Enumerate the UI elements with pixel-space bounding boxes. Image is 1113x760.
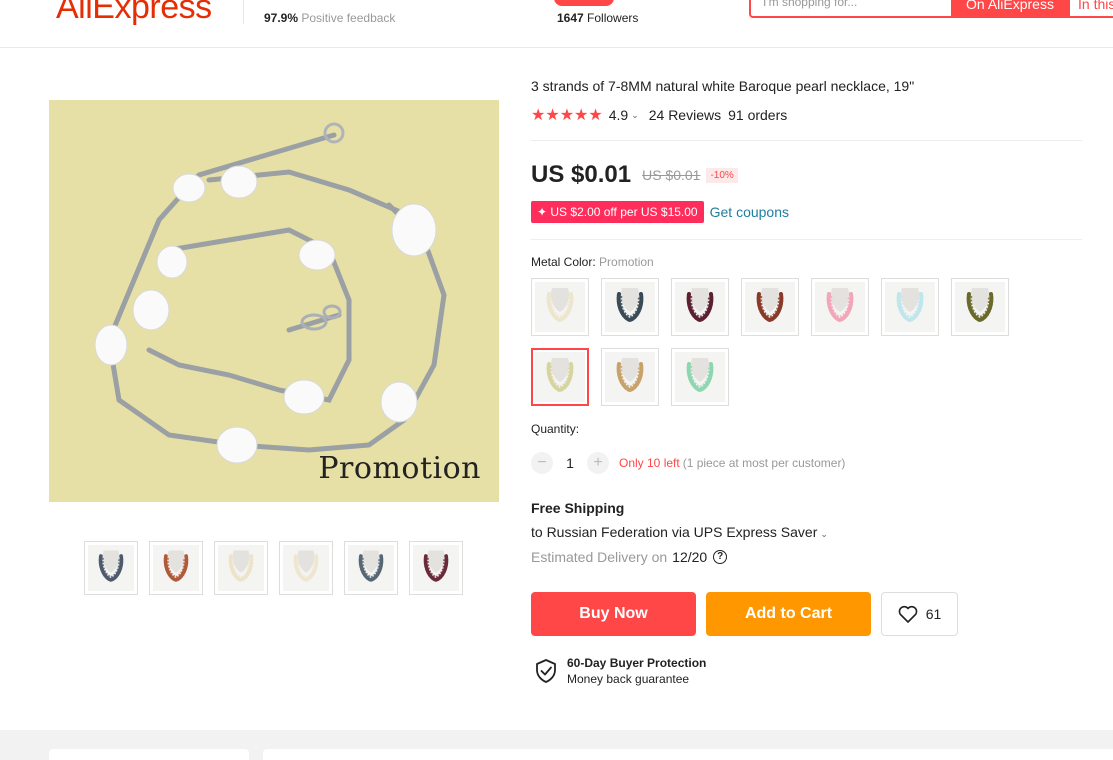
search-input[interactable]: I'm shopping for... [749,0,953,18]
swatch-image [535,352,585,402]
swatch-image [675,352,725,402]
gallery-thumbnail[interactable] [344,541,398,595]
wishlist-count: 61 [925,606,942,622]
metal-color-label-text: Metal Color: [531,255,600,269]
aliexpress-logo[interactable]: AliExpress [56,0,212,27]
swatch-image [605,352,655,402]
swatch-image [815,282,865,332]
necklace-thumbnail-image [348,545,394,591]
add-to-cart-button[interactable]: Add to Cart [706,592,871,636]
necklace-thumbnail-image [413,545,459,591]
promotion-caption: Promotion [318,451,481,486]
original-price: US $0.01 [642,167,701,183]
metal-color-swatch[interactable] [601,348,659,406]
reviews-link[interactable]: 24 Reviews [649,107,721,123]
search-aliexpress-button[interactable]: On AliExpress [952,0,1068,18]
buyer-protection-text: 60-Day Buyer Protection Money back guara… [567,655,706,687]
metal-color-swatch[interactable] [951,278,1009,336]
chevron-down-icon: ⌄ [820,529,828,539]
purchase-limit: (1 piece at most per customer) [682,456,846,470]
followers-count: 1647 [557,11,584,25]
shipping-destination[interactable]: to Russian Federation via UPS Express Sa… [531,524,828,540]
coupon-badge[interactable]: ✦ US $2.00 off per US $15.00 [531,201,704,223]
metal-color-label: Metal Color: Promotion [531,255,654,269]
buy-now-button[interactable]: Buy Now [531,592,696,636]
wishlist-button[interactable]: 61 [881,592,958,636]
product-details-card [263,749,1113,760]
rating-value[interactable]: 4.9 [609,107,628,123]
swatch-image [605,282,655,332]
store-followers: 1647 Followers [557,11,638,25]
quantity-stepper: − 1 + Only 10 left (1 piece at most per … [531,451,845,475]
gallery-thumbnail[interactable] [149,541,203,595]
decrease-quantity-button[interactable]: − [531,452,553,474]
buyer-protection-subtitle: Money back guarantee [567,672,690,686]
page: AliExpress 97.9% Positive feedback 1647 … [0,0,1113,760]
swatch-image [745,282,795,332]
swatch-image [535,282,585,332]
swatch-image [885,282,935,332]
pearl-necklace-illustration [94,122,447,464]
buyer-protection-title: 60-Day Buyer Protection [567,656,707,670]
shipping-destination-text: to Russian Federation via UPS Express Sa… [531,524,818,540]
metal-color-swatch[interactable] [531,348,589,406]
followers-label: Followers [583,11,639,25]
gallery-thumbnail[interactable] [214,541,268,595]
main-product-image[interactable]: Promotion [49,100,499,502]
metal-color-swatch[interactable] [601,278,659,336]
follow-button[interactable] [554,0,614,6]
positive-feedback-label: Positive feedback [298,11,396,25]
swatch-image [675,282,725,332]
necklace-thumbnail-image [218,545,264,591]
metal-color-swatch[interactable] [531,278,589,336]
necklace-thumbnail-image [283,545,329,591]
gallery-thumbnail[interactable] [279,541,333,595]
star-rating-icon: ★★★★★ [531,107,603,124]
rating-row: ★★★★★ 4.9 ⌄ 24 Reviews 91 orders [531,106,787,124]
price-row: US $0.01 US $0.01 -10% [531,160,738,190]
heart-icon [898,605,918,623]
quantity-label: Quantity: [531,422,580,436]
store-info-card [49,749,249,760]
header-divider [243,0,244,24]
search-store-button[interactable]: In this store [1068,0,1113,18]
store-positive-feedback: 97.9% Positive feedback [264,11,395,25]
swatch-image [955,282,1005,332]
estimated-delivery-date: 12/20 [672,549,708,565]
metal-color-value: Promotion [599,255,654,269]
discount-badge: -10% [706,167,738,183]
divider [531,239,1082,240]
increase-quantity-button[interactable]: + [587,452,609,474]
gallery-thumbnail[interactable] [409,541,463,595]
metal-color-swatch[interactable] [671,348,729,406]
get-coupons-link[interactable]: Get coupons [710,204,789,220]
metal-color-swatch[interactable] [811,278,869,336]
orders-count: 91 orders [728,107,788,123]
chevron-down-icon[interactable]: ⌄ [631,110,639,121]
buyer-protection: 60-Day Buyer Protection Money back guara… [535,655,706,687]
necklace-thumbnail-image [88,545,134,591]
gallery-thumbnail[interactable] [84,541,138,595]
free-shipping: Free Shipping [531,500,625,516]
gallery-thumbnails [84,541,463,595]
metal-color-swatch[interactable] [741,278,799,336]
estimated-delivery-label: Estimated Delivery on [531,549,668,565]
divider [531,140,1082,141]
metal-color-swatch[interactable] [881,278,939,336]
necklace-thumbnail-image [153,545,199,591]
product-title: 3 strands of 7-8MM natural white Baroque… [531,78,915,94]
stock-left: Only 10 left [619,456,680,470]
shield-check-icon [536,659,556,683]
metal-color-swatch[interactable] [671,278,729,336]
current-price: US $0.01 [531,161,632,188]
quantity-input[interactable]: 1 [553,455,587,471]
positive-feedback-value: 97.9% [264,11,299,25]
estimated-delivery: Estimated Delivery on 12/20 ? [531,549,728,565]
help-icon[interactable]: ? [713,550,728,564]
site-header: AliExpress 97.9% Positive feedback 1647 … [0,0,1113,48]
coupon-row: ✦ US $2.00 off per US $15.00 Get coupons [531,201,789,223]
